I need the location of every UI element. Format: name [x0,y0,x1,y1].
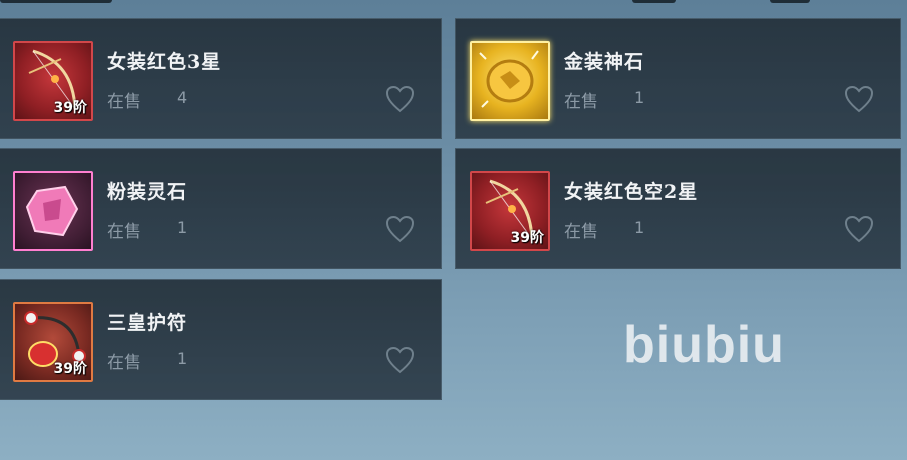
top-tab-edge [632,0,676,3]
favorite-heart-icon[interactable] [385,215,415,243]
top-bar [0,0,907,14]
item-tier: 39阶 [53,100,87,116]
gold-stone-icon [470,41,550,121]
favorite-heart-icon[interactable] [385,346,415,374]
sale-status: 在售 [107,92,141,112]
sale-count: 1 [177,218,188,237]
favorite-heart-icon[interactable] [844,215,874,243]
bow-icon: 39阶 [13,41,93,121]
favorite-heart-icon[interactable] [385,85,415,113]
item-tier: 39阶 [510,230,544,246]
sale-status: 在售 [107,353,141,373]
sale-count: 1 [177,349,188,368]
item-card-three-emperors-amulet[interactable]: 39阶 三皇护符 在售 1 [0,279,442,400]
sale-status: 在售 [564,222,598,242]
item-name: 女装红色空2星 [564,181,699,203]
pink-stone-icon [13,171,93,251]
item-card-female-red-empty-2star[interactable]: 39阶 女装红色空2星 在售 1 [455,148,901,269]
favorite-heart-icon[interactable] [844,85,874,113]
sale-count: 4 [177,88,188,107]
item-card-gold-stone[interactable]: 金装神石 在售 1 [455,18,901,139]
item-name: 粉装灵石 [107,181,188,203]
sale-count: 1 [634,88,645,107]
item-name: 三皇护符 [107,312,188,334]
top-tab-edge [0,0,112,3]
bow-icon: 39阶 [470,171,550,251]
item-name: 女装红色3星 [107,51,222,73]
top-tab-edge [770,0,810,3]
amulet-icon: 39阶 [13,302,93,382]
item-card-pink-stone[interactable]: 粉装灵石 在售 1 [0,148,442,269]
watermark-logo: biubiu [623,316,785,374]
item-name: 金装神石 [564,51,645,73]
sale-status: 在售 [107,222,141,242]
sale-count: 1 [634,218,645,237]
item-tier: 39阶 [53,361,87,377]
sale-status: 在售 [564,92,598,112]
item-card-female-red-3star[interactable]: 39阶 女装红色3星 在售 4 [0,18,442,139]
